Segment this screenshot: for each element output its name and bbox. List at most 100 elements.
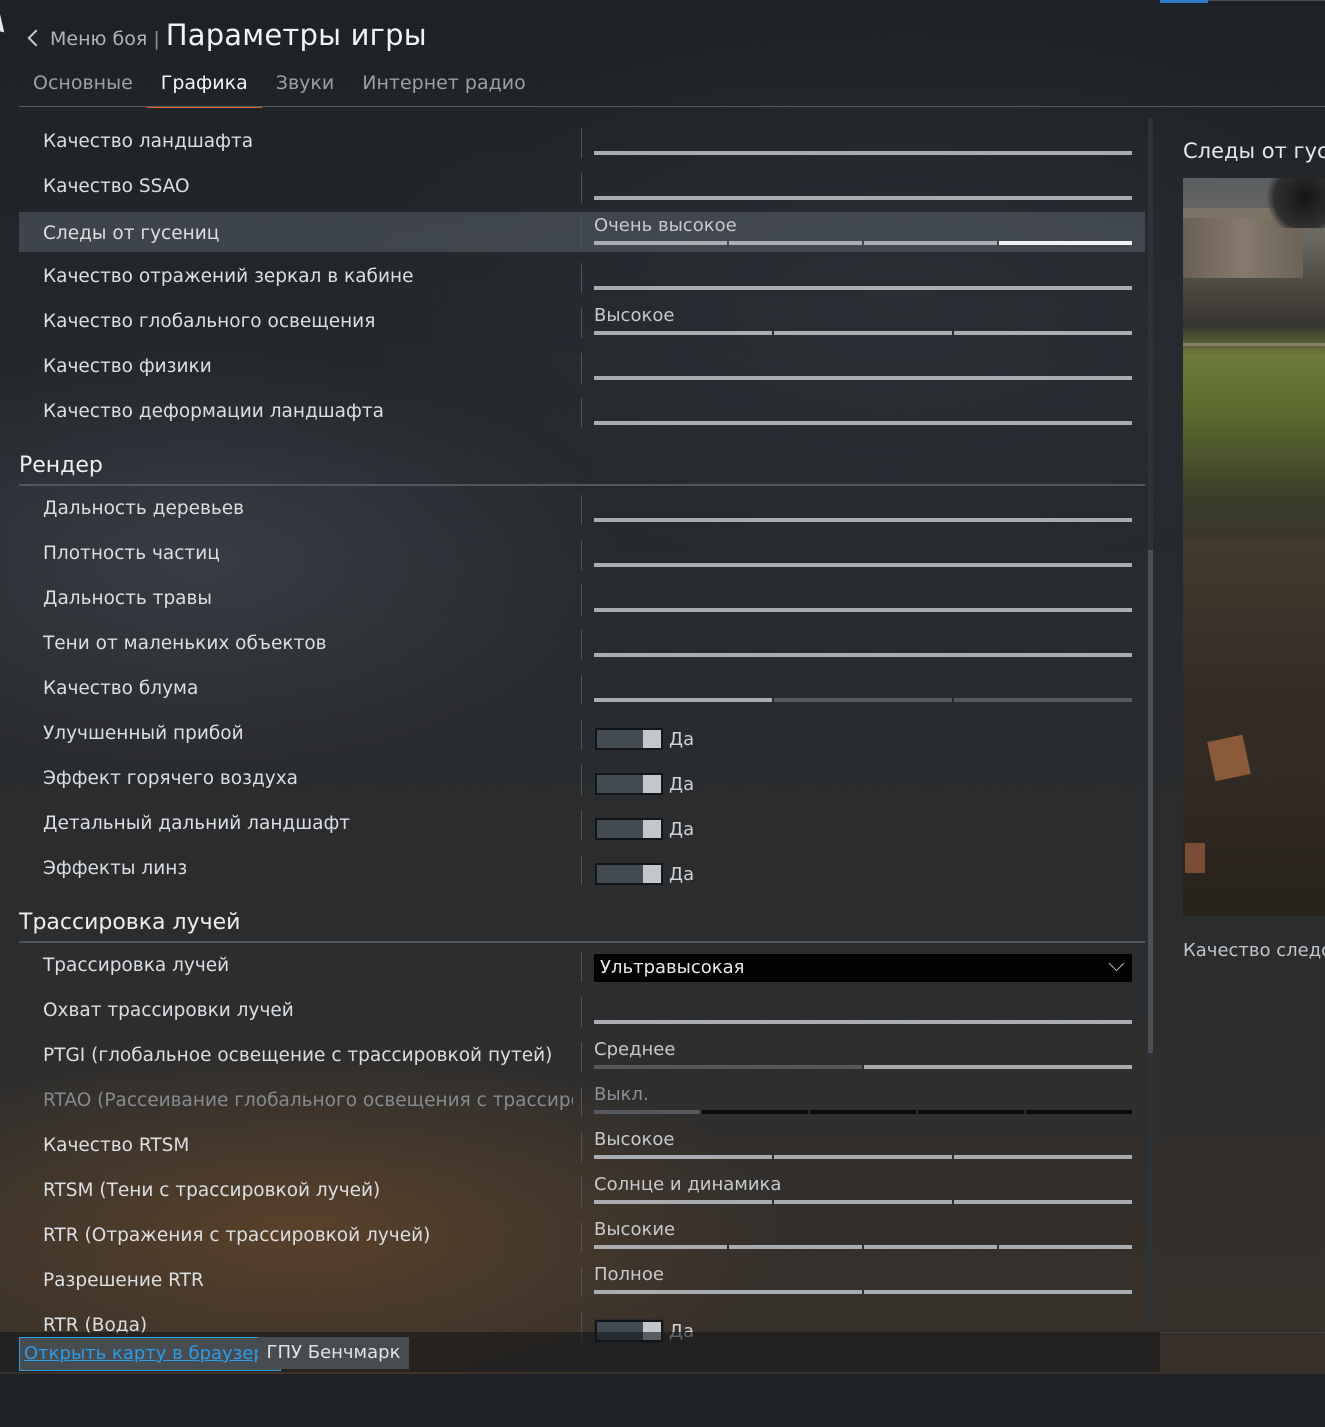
toggle-switch[interactable]	[594, 772, 664, 796]
slider-track[interactable]	[594, 421, 1132, 425]
tab-internet-radio[interactable]: Интернет радио	[348, 66, 540, 108]
section-title: Рендер	[19, 453, 103, 478]
row-divider	[581, 765, 582, 795]
toggle-switch[interactable]	[594, 862, 664, 886]
slider-segment	[774, 1155, 952, 1159]
setting-label: Дальность деревьев	[43, 498, 245, 519]
setting-row[interactable]: Разрешение RTR Полное	[19, 1259, 1145, 1304]
toggle-fill	[597, 730, 643, 748]
setting-row[interactable]: Тени от маленьких объектов	[19, 622, 1145, 667]
toggle-value: Да	[669, 774, 695, 795]
page-title: Параметры игры	[165, 18, 427, 52]
row-divider	[581, 398, 582, 428]
setting-row[interactable]: Плотность частиц	[19, 532, 1145, 577]
row-divider	[581, 675, 582, 705]
slider-segment	[918, 1110, 1024, 1114]
slider-segment	[594, 1200, 772, 1204]
setting-label: Качество RTSM	[43, 1135, 190, 1156]
setting-label: Детальный дальний ландшафт	[43, 813, 351, 834]
slider-track[interactable]	[594, 698, 1132, 702]
tabs-divider	[19, 106, 1325, 107]
setting-row[interactable]: Качество SSAO	[19, 165, 1145, 210]
setting-label: Дальность травы	[43, 588, 213, 609]
setting-row[interactable]: Детальный дальний ландшафт Да	[19, 802, 1145, 847]
setting-row[interactable]: Дальность деревьев	[19, 487, 1145, 532]
slider-track[interactable]	[594, 653, 1132, 657]
setting-row[interactable]: Качество RTSM Высокое	[19, 1124, 1145, 1169]
setting-label: Тени от маленьких объектов	[43, 633, 327, 654]
slider-track[interactable]	[594, 151, 1132, 155]
slider-segment	[864, 241, 997, 245]
setting-row[interactable]: Качество блума	[19, 667, 1145, 712]
slider-track[interactable]	[594, 608, 1132, 612]
setting-row[interactable]: Охват трассировки лучей	[19, 989, 1145, 1034]
setting-value: Высокое	[594, 1129, 675, 1150]
slider-segment	[774, 698, 952, 702]
setting-control	[594, 532, 1133, 577]
slider-track[interactable]	[594, 196, 1132, 200]
setting-row[interactable]: Улучшенный прибой Да	[19, 712, 1145, 757]
setting-row[interactable]: Качество отражений зеркал в кабине	[19, 255, 1145, 300]
setting-control	[594, 165, 1133, 210]
scrollbar-thumb[interactable]	[1148, 550, 1153, 1053]
slider-track[interactable]	[594, 1020, 1132, 1024]
setting-control	[594, 390, 1133, 435]
row-divider	[581, 952, 582, 982]
header: Меню боя | Параметры игры	[27, 18, 427, 52]
tab-sound[interactable]: Звуки	[262, 66, 348, 108]
slider-track[interactable]	[594, 331, 1132, 335]
toggle-fill	[597, 865, 643, 883]
setting-row[interactable]: RTAO (Рассеивание глобального освещения …	[19, 1079, 1145, 1124]
setting-value: Полное	[594, 1264, 664, 1285]
slider-track[interactable]	[594, 1155, 1132, 1159]
dropdown-value: Ультравысокая	[600, 957, 745, 978]
preview-fence	[1183, 343, 1325, 346]
setting-row[interactable]: Качество деформации ландшафта	[19, 390, 1145, 435]
setting-row[interactable]: Трассировка лучей Ультравысокая	[19, 944, 1145, 989]
slider-track[interactable]	[594, 518, 1132, 522]
tab-main[interactable]: Основные	[19, 66, 147, 108]
setting-control: Высокое	[594, 300, 1133, 345]
tab-graphics[interactable]: Графика	[146, 66, 262, 108]
gpu-benchmark-button[interactable]: ГПУ Бенчмарк	[258, 1337, 409, 1369]
slider-track[interactable]	[594, 241, 1132, 245]
toggle-knob	[643, 820, 661, 838]
setting-control: Высокие	[594, 1214, 1133, 1259]
slider-segment	[594, 1065, 862, 1069]
setting-row[interactable]: Дальность травы	[19, 577, 1145, 622]
row-divider	[581, 997, 582, 1027]
row-divider	[581, 630, 582, 660]
setting-row[interactable]: Качество физики	[19, 345, 1145, 390]
setting-row[interactable]: RTR (Отражения с трассировкой лучей) Высо…	[19, 1214, 1145, 1259]
preview-bottom-rule	[1160, 1332, 1325, 1333]
row-divider	[581, 1042, 582, 1072]
toggle-switch[interactable]	[594, 817, 664, 841]
setting-row[interactable]: PTGI (глобальное освещение с трассировко…	[19, 1034, 1145, 1079]
setting-label: Качество SSAO	[43, 176, 190, 197]
slider-track[interactable]	[594, 376, 1132, 380]
toggle-knob	[643, 775, 661, 793]
slider-track[interactable]	[594, 286, 1132, 290]
preview-smoke	[1263, 178, 1325, 228]
slider-track[interactable]	[594, 563, 1132, 567]
open-map-in-browser-button[interactable]: Открыть карту в браузере	[19, 1337, 281, 1371]
slider-track[interactable]	[594, 1245, 1132, 1249]
setting-row[interactable]: RTSM (Тени с трассировкой лучей) Солнце и…	[19, 1169, 1145, 1214]
setting-label: Разрешение RTR	[43, 1270, 204, 1291]
setting-row[interactable]: Качество ландшафта	[19, 120, 1145, 165]
dropdown-select[interactable]: Ультравысокая	[594, 954, 1132, 982]
toggle-value: Да	[669, 864, 695, 885]
slider-track[interactable]	[594, 1200, 1132, 1204]
slider-track[interactable]	[594, 1110, 1132, 1114]
setting-row[interactable]: Качество глобального освещения Высокое	[19, 300, 1145, 345]
setting-row[interactable]: Следы от гусениц Очень высокое	[19, 212, 1145, 252]
setting-label: Эффект горячего воздуха	[43, 768, 298, 789]
setting-row[interactable]: Эффекты линз Да	[19, 847, 1145, 892]
slider-track[interactable]	[594, 1065, 1132, 1069]
slider-track[interactable]	[594, 1290, 1132, 1294]
back-button[interactable]: Меню боя	[27, 28, 147, 50]
row-divider	[581, 540, 582, 570]
setting-row[interactable]: Эффект горячего воздуха Да	[19, 757, 1145, 802]
slider-segment	[954, 698, 1132, 702]
toggle-switch[interactable]	[594, 727, 664, 751]
